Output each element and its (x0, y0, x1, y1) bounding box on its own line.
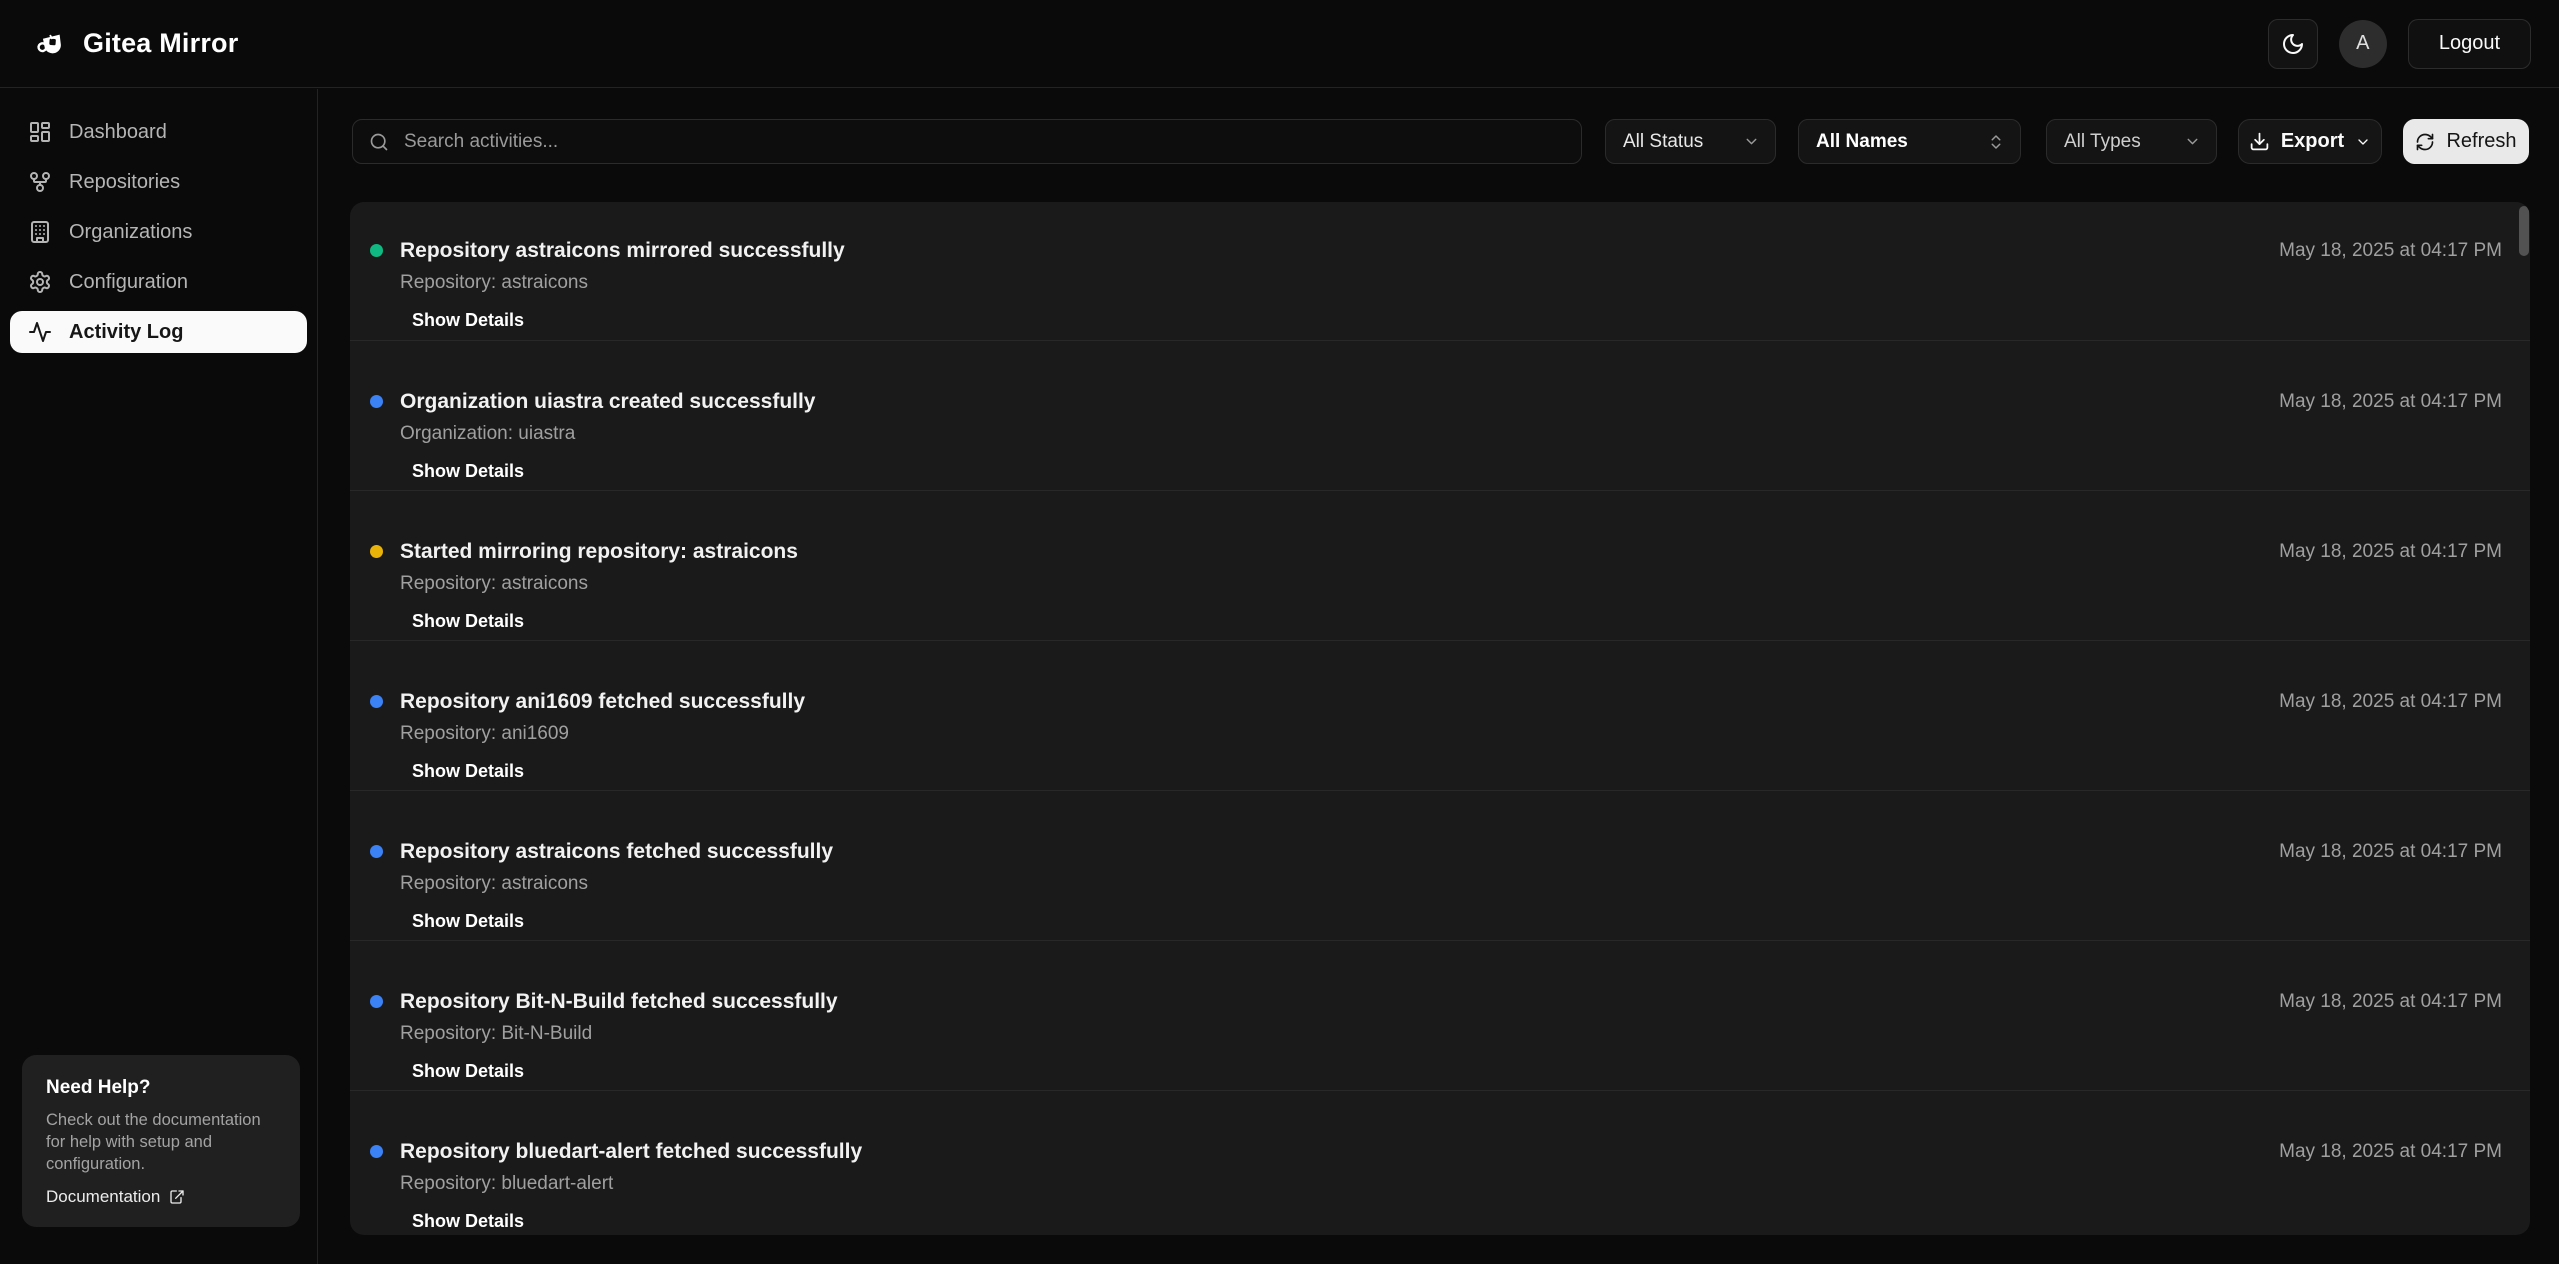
need-help-card: Need Help? Check out the documentation f… (22, 1055, 300, 1227)
activity-subtitle: Repository: astraicons (400, 872, 588, 896)
sidebar: Dashboard Repositories Organizations Con… (0, 89, 318, 1264)
app-brand: Gitea Mirror (34, 28, 238, 60)
activity-timestamp: May 18, 2025 at 04:17 PM (2279, 1141, 2502, 1163)
show-details-button[interactable]: Show Details (412, 1211, 524, 1232)
show-details-button[interactable]: Show Details (412, 761, 524, 782)
filter-all-names[interactable]: All Names (1798, 119, 2021, 164)
chevron-down-icon (1743, 133, 1760, 150)
activity-timestamp: May 18, 2025 at 04:17 PM (2279, 391, 2502, 413)
top-bar: Gitea Mirror A Logout (0, 0, 2559, 88)
activity-title: Repository ani1609 fetched successfully (400, 689, 805, 715)
sidebar-item-organizations[interactable]: Organizations (10, 211, 307, 253)
export-label: Export (2281, 130, 2344, 153)
status-dot (370, 695, 383, 708)
git-fork-icon (28, 170, 52, 194)
activity-title: Organization uiastra created successfull… (400, 389, 816, 415)
show-details-button[interactable]: Show Details (412, 1061, 524, 1082)
sidebar-item-activity-log[interactable]: Activity Log (10, 311, 307, 353)
activity-row: Repository astraicons fetched successful… (350, 790, 2530, 940)
avatar[interactable]: A (2339, 20, 2387, 68)
settings-icon (28, 270, 52, 294)
activity-row: Started mirroring repository: astraicons… (350, 490, 2530, 640)
activity-row: Repository bluedart-alert fetched succes… (350, 1090, 2530, 1235)
activity-title: Started mirroring repository: astraicons (400, 539, 798, 565)
refresh-label: Refresh (2446, 130, 2516, 153)
documentation-link-label: Documentation (46, 1187, 160, 1207)
activity-icon (28, 320, 52, 344)
chevron-down-icon (2184, 133, 2201, 150)
filter-all-status[interactable]: All Status (1605, 119, 1776, 164)
avatar-letter: A (2356, 32, 2369, 55)
activity-subtitle: Repository: ani1609 (400, 722, 569, 746)
status-dot (370, 1145, 383, 1158)
activity-row: Repository Bit-N-Build fetched successfu… (350, 940, 2530, 1090)
sidebar-item-repositories[interactable]: Repositories (10, 161, 307, 203)
activity-timestamp: May 18, 2025 at 04:17 PM (2279, 841, 2502, 863)
activity-row: Repository astraicons mirrored successfu… (350, 202, 2530, 340)
sidebar-item-label: Organizations (69, 221, 192, 244)
filter-types-label: All Types (2064, 131, 2141, 153)
sidebar-nav: Dashboard Repositories Organizations Con… (0, 89, 317, 375)
activity-timestamp: May 18, 2025 at 04:17 PM (2279, 991, 2502, 1013)
documentation-link[interactable]: Documentation (46, 1187, 185, 1207)
help-title: Need Help? (46, 1077, 276, 1099)
sidebar-item-dashboard[interactable]: Dashboard (10, 111, 307, 153)
activity-timestamp: May 18, 2025 at 04:17 PM (2279, 240, 2502, 262)
activity-title: Repository Bit-N-Build fetched successfu… (400, 989, 838, 1015)
refresh-icon (2415, 132, 2435, 152)
building-icon (28, 220, 52, 244)
download-icon (2249, 131, 2270, 152)
activity-title: Repository astraicons mirrored successfu… (400, 238, 845, 264)
theme-toggle-button[interactable] (2268, 19, 2318, 69)
filter-status-label: All Status (1623, 131, 1703, 153)
activity-subtitle: Repository: astraicons (400, 271, 588, 295)
activity-subtitle: Repository: Bit-N-Build (400, 1022, 592, 1046)
sidebar-item-configuration[interactable]: Configuration (10, 261, 307, 303)
activity-log-list: Repository astraicons mirrored successfu… (350, 202, 2530, 1235)
sidebar-item-label: Activity Log (69, 321, 183, 344)
logout-button[interactable]: Logout (2408, 19, 2531, 69)
activity-timestamp: May 18, 2025 at 04:17 PM (2279, 541, 2502, 563)
scrollbar-thumb[interactable] (2519, 206, 2529, 256)
search-icon (369, 132, 389, 152)
activity-title: Repository astraicons fetched successful… (400, 839, 833, 865)
status-dot (370, 545, 383, 558)
help-body: Check out the documentation for help wit… (46, 1109, 276, 1175)
activity-rows: Repository astraicons mirrored successfu… (350, 202, 2530, 1235)
show-details-button[interactable]: Show Details (412, 461, 524, 482)
app-title: Gitea Mirror (83, 28, 238, 59)
filter-all-types[interactable]: All Types (2046, 119, 2217, 164)
status-dot (370, 995, 383, 1008)
sidebar-item-label: Configuration (69, 271, 188, 294)
sidebar-item-label: Repositories (69, 171, 180, 194)
search-input[interactable] (402, 130, 1565, 154)
activity-subtitle: Repository: bluedart-alert (400, 1172, 613, 1196)
status-dot (370, 395, 383, 408)
refresh-button[interactable]: Refresh (2403, 119, 2529, 164)
sidebar-item-label: Dashboard (69, 121, 167, 144)
gitea-logo-icon (34, 28, 70, 60)
status-dot (370, 845, 383, 858)
export-button[interactable]: Export (2238, 119, 2382, 164)
moon-icon (2281, 32, 2305, 56)
show-details-button[interactable]: Show Details (412, 911, 524, 932)
activity-subtitle: Repository: astraicons (400, 572, 588, 596)
show-details-button[interactable]: Show Details (412, 611, 524, 632)
show-details-button[interactable]: Show Details (412, 310, 524, 331)
activity-row: Repository ani1609 fetched successfully … (350, 640, 2530, 790)
filter-names-label: All Names (1816, 131, 1908, 153)
chevron-down-icon (2355, 134, 2371, 150)
main-content: All Status All Names All Types Export Re… (319, 89, 2559, 1264)
activity-row: Organization uiastra created successfull… (350, 340, 2530, 490)
activity-subtitle: Organization: uiastra (400, 422, 575, 446)
activity-timestamp: May 18, 2025 at 04:17 PM (2279, 691, 2502, 713)
external-link-icon (169, 1189, 185, 1205)
search-box (352, 119, 1582, 164)
layout-dashboard-icon (28, 120, 52, 144)
chevrons-up-down-icon (1987, 133, 2005, 151)
activity-title: Repository bluedart-alert fetched succes… (400, 1139, 862, 1165)
status-dot (370, 244, 383, 257)
